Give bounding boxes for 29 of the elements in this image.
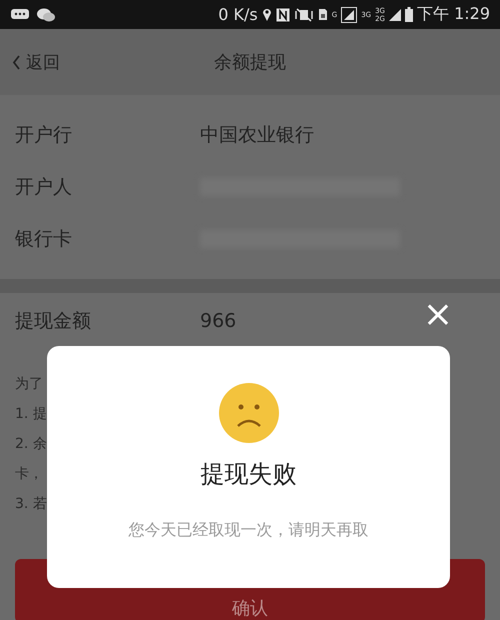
battery-icon [404, 7, 413, 22]
sad-face-icon [218, 382, 280, 444]
field-label: 提现金额 [15, 309, 92, 334]
message-icon [10, 8, 30, 22]
back-button[interactable]: 返回 [12, 50, 60, 74]
note-text: 1. 提 [15, 405, 47, 423]
vibrate-off-icon [294, 8, 314, 22]
field-label: 开户行 [15, 123, 73, 148]
network-speed: 0 K/s [218, 5, 258, 24]
chat-bubbles-icon [36, 6, 56, 22]
dialog-title: 提现失败 [200, 459, 296, 490]
close-button[interactable]: × [421, 298, 455, 332]
page-title: 余额提现 [214, 51, 286, 74]
amount-value: 966 [200, 310, 236, 332]
field-label: 开户人 [15, 175, 73, 200]
dialog-message: 您今天已经取现一次，请明天再取 [128, 520, 368, 541]
note-text: 卡， [15, 465, 43, 483]
nfc-icon [276, 8, 290, 22]
signal-icon [388, 8, 401, 20]
clock: 下午 1:29 [416, 4, 490, 25]
field-value: 中国农业银行 [200, 123, 314, 148]
note-text: 2. 余 [15, 435, 47, 453]
field-label: 银行卡 [15, 227, 73, 252]
signal-icon [341, 6, 358, 22]
location-icon [262, 7, 272, 22]
note-text: 为了 [15, 375, 43, 393]
note-text: 3. 若 [15, 495, 47, 513]
chevron-left-icon [12, 54, 21, 70]
sim-card-icon [318, 8, 328, 21]
